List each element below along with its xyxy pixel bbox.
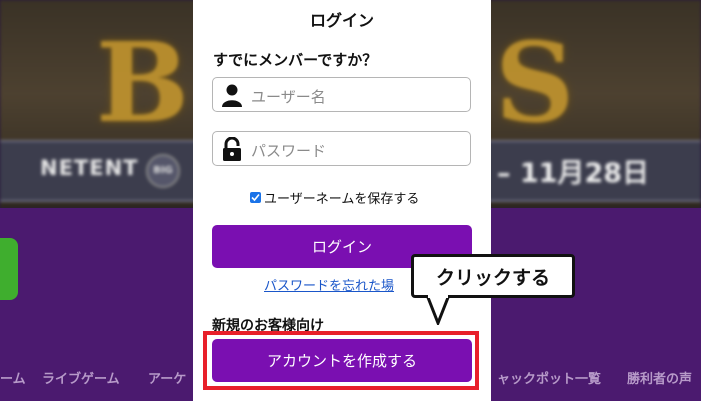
banner-logo-left: B: [96, 18, 189, 147]
nav-item-jackpot[interactable]: ャックポット一覧: [497, 368, 601, 387]
login-title: ログイン: [309, 11, 374, 30]
nav-item-games[interactable]: ーム: [0, 368, 26, 387]
nav-item-winners[interactable]: 勝利者の声: [627, 368, 692, 387]
provider-logo: NETENT: [40, 156, 139, 180]
forgot-password-link[interactable]: パスワードを忘れた場: [264, 275, 394, 294]
user-icon: [222, 84, 242, 107]
nav-item-live[interactable]: ライブゲーム: [42, 368, 120, 387]
member-question: すでにメンバーですか？: [213, 51, 378, 69]
username-field[interactable]: ユーザー名: [212, 77, 471, 112]
username-placeholder: ユーザー名: [251, 88, 326, 106]
lock-icon: [223, 137, 241, 161]
password-placeholder: パスワード: [251, 142, 327, 160]
password-field[interactable]: パスワード: [212, 131, 471, 166]
side-tab: [0, 238, 18, 300]
banner-logo-right: S: [495, 18, 575, 147]
check-icon: [251, 193, 260, 202]
click-callout: クリックする: [411, 254, 575, 298]
callout-pointer-icon: [425, 295, 451, 325]
big-badge: BIG: [146, 154, 180, 188]
remember-username[interactable]: ユーザーネームを保存する: [250, 188, 419, 207]
nav-item-arcade[interactable]: アーケ: [148, 368, 186, 387]
remember-checkbox[interactable]: [250, 192, 261, 203]
highlight-box: [203, 331, 479, 390]
promo-date: – 11月28日: [497, 158, 650, 189]
remember-label: ユーザーネームを保存する: [264, 192, 420, 207]
